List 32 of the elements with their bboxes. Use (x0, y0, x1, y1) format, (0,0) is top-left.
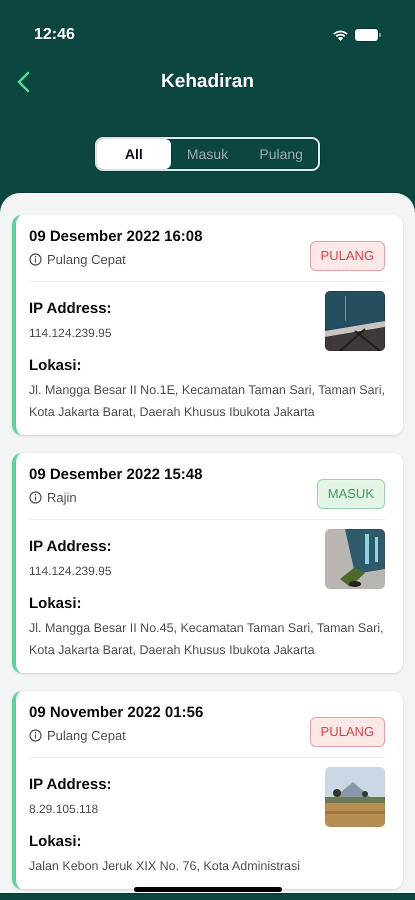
status-badge: PULANG (310, 717, 385, 746)
record-datetime: 09 November 2022 01:56 (29, 703, 204, 723)
record-datetime: 09 Desember 2022 16:08 (29, 227, 202, 247)
location-label: Lokasi: (29, 594, 83, 614)
location-label: Lokasi: (29, 832, 83, 852)
record-note: Pulang Cepat (47, 251, 126, 269)
ip-label: IP Address: (29, 536, 112, 556)
filter-tab[interactable]: Pulang (244, 139, 318, 169)
status-badge: PULANG (310, 241, 385, 270)
filter-tab[interactable]: All (97, 139, 171, 169)
info-icon (29, 253, 42, 266)
record-datetime: 09 Desember 2022 15:48 (29, 465, 202, 485)
location-address: Jalan Kebon Jeruk XIX No. 76, Kota Administrasi (29, 858, 301, 875)
location-address: Jl. Mangga Besar II No.1E, Kecamatan Taman Sari, Taman Sari, Kota Jakarta Barat, Daerah Khusus Ibukota Jakarta (29, 382, 385, 421)
record-note: Rajin (47, 489, 77, 507)
status-time: 12:46 (34, 25, 75, 45)
record-note: Pulang Cepat (47, 727, 126, 745)
back-icon[interactable] (16, 71, 30, 93)
filter-tab[interactable]: Masuk (170, 139, 244, 169)
info-icon (29, 729, 42, 742)
ip-address: 114.124.239.95 (29, 325, 112, 342)
ip-label: IP Address: (29, 298, 112, 318)
location-address: Jl. Mangga Besar II No.45, Kecamatan Taman Sari, Taman Sari, Kota Jakarta Barat, Daerah Khusus Ibukota Jakarta (29, 620, 385, 659)
ip-label: IP Address: (29, 774, 112, 794)
page-title: Kehadiran (161, 70, 254, 94)
ip-address: 8.29.105.118 (29, 801, 100, 818)
location-label: Lokasi: (29, 356, 83, 376)
status-badge: MASUK (316, 479, 385, 508)
battery-icon (355, 29, 381, 41)
ip-address: 114.124.239.95 (29, 563, 112, 580)
info-icon (29, 491, 42, 504)
wifi-icon (332, 29, 349, 41)
